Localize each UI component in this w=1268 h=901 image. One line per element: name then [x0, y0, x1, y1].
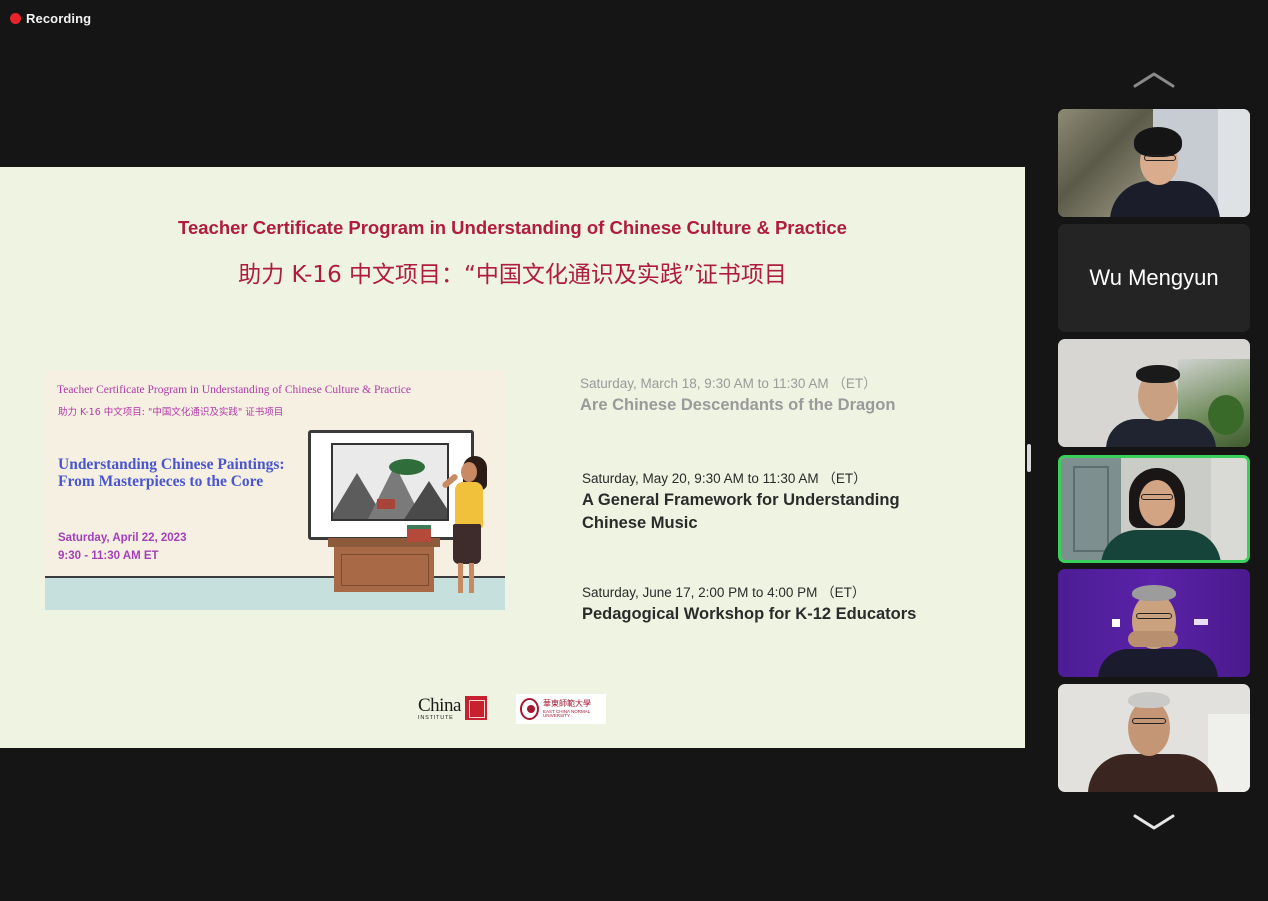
recording-indicator[interactable]: Recording [10, 11, 91, 26]
participant-video-tile[interactable] [1058, 339, 1250, 447]
panel-resize-handle[interactable] [1027, 444, 1031, 472]
slide-title-zh: 助力 K-16 中文项目：“中国文化通识及实践”证书项目 [238, 262, 787, 288]
meeting-window: Recording Teacher Certificate Program in… [0, 0, 1268, 901]
participant-avatar [1098, 649, 1218, 677]
agenda-item-title: Pedagogical Workshop for K-12 Educators [582, 605, 917, 623]
agenda-item: Saturday, March 18, 9:30 AM to 11:30 AM … [580, 372, 1000, 417]
recording-dot-icon [10, 13, 21, 24]
poster-time: 9:30 - 11:30 AM ET [58, 550, 159, 562]
poster-title-zh: 助力 K-16 中文项目: "中国文化通识及实践" 证书项目 [58, 407, 284, 418]
china-institute-logo-word: China [418, 695, 461, 716]
agenda-item-date: Saturday, June 17, 2:00 PM to 4:00 PM （E… [582, 585, 866, 600]
participant-avatar [1101, 530, 1221, 560]
agenda-item-date: Saturday, March 18, 9:30 AM to 11:30 AM … [580, 376, 877, 391]
poster-floor [45, 577, 505, 610]
participant-avatar [1088, 754, 1218, 792]
slide-title-en: Teacher Certificate Program in Understan… [178, 217, 847, 238]
agenda-item: Saturday, June 17, 2:00 PM to 4:00 PM （E… [582, 581, 1002, 626]
ecnu-logo-zh: 華東師範大學 [543, 698, 592, 708]
shared-slide: Teacher Certificate Program in Understan… [0, 167, 1025, 748]
recording-label: Recording [26, 11, 92, 26]
ecnu-logo-en: EAST CHINA NORMAL UNIVERSITY [543, 708, 591, 718]
participant-video-tile-active[interactable] [1058, 455, 1250, 563]
event-poster: Teacher Certificate Program in Understan… [45, 370, 505, 610]
agenda-item-title: Are Chinese Descendants of the Dragon [580, 396, 896, 414]
agenda-item-title: A General Framework for Understanding Ch… [582, 491, 900, 532]
participant-name: Wu Mengyun [1089, 265, 1219, 290]
participant-name-tile[interactable]: Wu Mengyun [1058, 224, 1250, 332]
poster-floor-line [45, 576, 505, 578]
landscape-painting-illustration [331, 443, 449, 521]
poster-date: Saturday, April 22, 2023 [58, 532, 187, 544]
china-institute-logo-sub: INSTITUTE [418, 715, 454, 721]
china-institute-logo: China INSTITUTE [418, 696, 487, 722]
chevron-down-icon[interactable] [1133, 812, 1175, 832]
participant-video-tile[interactable] [1058, 684, 1250, 792]
participant-video-tile[interactable] [1058, 109, 1250, 217]
agenda-item-date: Saturday, May 20, 9:30 AM to 11:30 AM （E… [582, 471, 867, 486]
agenda-item: Saturday, May 20, 9:30 AM to 11:30 AM （E… [582, 467, 922, 535]
ecnu-emblem-icon [520, 698, 540, 720]
books-illustration [407, 525, 431, 542]
china-institute-seal-icon [464, 696, 487, 720]
ecnu-logo: 華東師範大學 EAST CHINA NORMAL UNIVERSITY [516, 694, 606, 724]
chevron-up-icon[interactable] [1133, 70, 1175, 90]
poster-title-en: Teacher Certificate Program in Understan… [57, 384, 411, 396]
poster-event-title: Understanding Chinese Paintings: From Ma… [58, 456, 285, 490]
participant-avatar [1106, 419, 1216, 447]
participant-video-tile[interactable] [1058, 569, 1250, 677]
